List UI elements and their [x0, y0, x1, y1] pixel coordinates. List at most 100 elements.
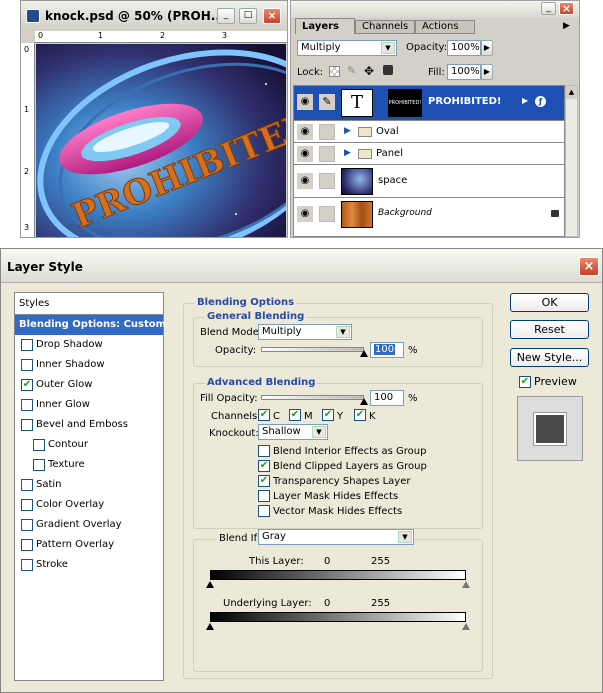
- style-item-checkbox[interactable]: [21, 479, 33, 491]
- eye-icon[interactable]: ◉: [297, 94, 313, 110]
- style-item[interactable]: Satin: [15, 475, 163, 495]
- style-item-checkbox[interactable]: [21, 399, 33, 411]
- panel-minimize-button[interactable]: _: [541, 2, 556, 15]
- layer-opacity-slider-button[interactable]: ▶: [481, 40, 493, 56]
- brush-link-icon[interactable]: ✎: [319, 94, 335, 110]
- blend-mode-select[interactable]: Multiply ▼: [258, 324, 352, 340]
- eye-icon[interactable]: ◉: [297, 206, 313, 222]
- style-item-checkbox[interactable]: [21, 539, 33, 551]
- style-item-checkbox[interactable]: [21, 519, 33, 531]
- layer-fill-slider-button[interactable]: ▶: [481, 64, 493, 80]
- style-item[interactable]: Color Overlay: [15, 495, 163, 515]
- tab-layers[interactable]: Layers: [295, 18, 355, 34]
- this-layer-gradient-bar[interactable]: [210, 570, 466, 580]
- layers-scrollbar[interactable]: ▲: [565, 85, 578, 237]
- expand-set-icon[interactable]: ▶: [344, 126, 351, 136]
- channel-c-checkbox[interactable]: ✔: [258, 409, 270, 421]
- expand-effects-icon[interactable]: ▶: [522, 96, 528, 105]
- link-slot[interactable]: [319, 206, 335, 222]
- eye-icon[interactable]: ◉: [297, 146, 313, 162]
- dialog-titlebar[interactable]: Layer Style ×: [1, 249, 602, 283]
- advanced-option-checkbox[interactable]: ✔: [258, 475, 270, 487]
- tab-actions[interactable]: Actions: [415, 20, 475, 34]
- eye-icon[interactable]: ◉: [297, 173, 313, 189]
- style-item-checkbox[interactable]: [33, 439, 45, 451]
- channel-k-checkbox[interactable]: ✔: [354, 409, 366, 421]
- lock-paint-brush-icon[interactable]: ✎: [347, 64, 356, 77]
- underlying-layer-black-slider[interactable]: [206, 623, 214, 630]
- close-icon: ×: [583, 259, 595, 274]
- panel-menu-arrow-icon[interactable]: ▶: [563, 21, 570, 31]
- style-item[interactable]: Stroke: [15, 555, 163, 575]
- eye-icon[interactable]: ◉: [297, 124, 313, 140]
- fill-opacity-input[interactable]: 100: [370, 390, 404, 406]
- style-item[interactable]: Gradient Overlay: [15, 515, 163, 535]
- layer-opacity-input[interactable]: 100%: [447, 40, 481, 56]
- layer-row-background[interactable]: ◉ Background: [294, 197, 564, 230]
- document-titlebar[interactable]: knock.psd @ 50% (PROH... _ □ ×: [21, 1, 287, 31]
- underlying-layer-white-slider[interactable]: [462, 623, 470, 630]
- scroll-up-icon[interactable]: ▲: [566, 86, 577, 99]
- close-button[interactable]: ×: [263, 8, 281, 24]
- link-slot[interactable]: [319, 146, 335, 162]
- style-item[interactable]: Inner Shadow: [15, 355, 163, 375]
- style-item[interactable]: Bevel and Emboss: [15, 415, 163, 435]
- style-item-checkbox[interactable]: [21, 559, 33, 571]
- panel-close-button[interactable]: ×: [559, 2, 574, 15]
- underlying-layer-gradient-bar[interactable]: [210, 612, 466, 622]
- style-item[interactable]: Inner Glow: [15, 395, 163, 415]
- blend-if-select[interactable]: Gray ▼: [258, 529, 414, 545]
- style-item-label: Outer Glow: [36, 379, 93, 390]
- style-item-checkbox[interactable]: [33, 459, 45, 471]
- style-item[interactable]: Pattern Overlay: [15, 535, 163, 555]
- layer-effects-icon: ƒ: [535, 96, 546, 107]
- this-layer-white-slider[interactable]: [462, 581, 470, 588]
- style-item[interactable]: ✔ Outer Glow: [15, 375, 163, 395]
- lock-transparency-icon[interactable]: [329, 66, 340, 77]
- layer-row-oval[interactable]: ◉ ▶ Oval: [294, 120, 564, 142]
- style-item[interactable]: Drop Shadow: [15, 335, 163, 355]
- ok-button[interactable]: OK: [510, 293, 589, 312]
- layer-row-panel[interactable]: ◉ ▶ Panel: [294, 142, 564, 164]
- dialog-close-button[interactable]: ×: [579, 257, 599, 276]
- canvas-artwork[interactable]: PROHIBITED!: [36, 44, 286, 237]
- new-style-button[interactable]: New Style...: [510, 348, 589, 367]
- tab-channels[interactable]: Channels: [355, 20, 415, 34]
- advanced-option-checkbox[interactable]: [258, 505, 270, 517]
- layer-row-space[interactable]: ◉ space: [294, 164, 564, 197]
- expand-set-icon[interactable]: ▶: [344, 148, 351, 158]
- style-item-checkbox[interactable]: [21, 339, 33, 351]
- opacity-slider-thumb[interactable]: [360, 350, 368, 357]
- lock-all-icon[interactable]: [383, 65, 393, 75]
- this-layer-black-slider[interactable]: [206, 581, 214, 588]
- style-item-checkbox[interactable]: ✔: [21, 379, 33, 391]
- layer-fill-input[interactable]: 100%: [447, 64, 481, 80]
- opacity-slider[interactable]: [261, 347, 368, 359]
- link-slot[interactable]: [319, 124, 335, 140]
- opacity-input[interactable]: 100: [370, 342, 404, 358]
- layer-row-prohibited[interactable]: ◉ ✎ T PROHIBITED! PROHIBITED! ▶ ƒ: [294, 86, 564, 120]
- knockout-select[interactable]: Shallow ▼: [258, 424, 328, 440]
- channel-m-checkbox[interactable]: ✔: [289, 409, 301, 421]
- advanced-option-checkbox[interactable]: ✔: [258, 460, 270, 472]
- advanced-option-checkbox[interactable]: [258, 490, 270, 502]
- advanced-option-checkbox[interactable]: [258, 445, 270, 457]
- preview-checkbox[interactable]: ✔: [519, 376, 531, 388]
- style-item-checkbox[interactable]: [21, 499, 33, 511]
- style-item-checkbox[interactable]: [21, 359, 33, 371]
- layer-blend-mode-select[interactable]: Multiply ▼: [297, 40, 397, 56]
- style-item-checkbox[interactable]: [21, 419, 33, 431]
- fill-opacity-slider-thumb[interactable]: [360, 398, 368, 405]
- style-item[interactable]: Blending Options: Custom: [15, 315, 166, 335]
- link-slot[interactable]: [319, 173, 335, 189]
- channel-c-label: C: [273, 411, 280, 422]
- minimize-button[interactable]: _: [217, 8, 235, 24]
- lock-move-icon[interactable]: ✥: [364, 64, 374, 78]
- fill-opacity-slider[interactable]: [261, 395, 368, 407]
- channel-y-checkbox[interactable]: ✔: [322, 409, 334, 421]
- tab-channels-label: Channels: [362, 21, 409, 32]
- reset-button[interactable]: Reset: [510, 320, 589, 339]
- style-item[interactable]: Texture: [15, 455, 163, 475]
- maximize-button[interactable]: □: [239, 8, 257, 24]
- style-item[interactable]: Contour: [15, 435, 163, 455]
